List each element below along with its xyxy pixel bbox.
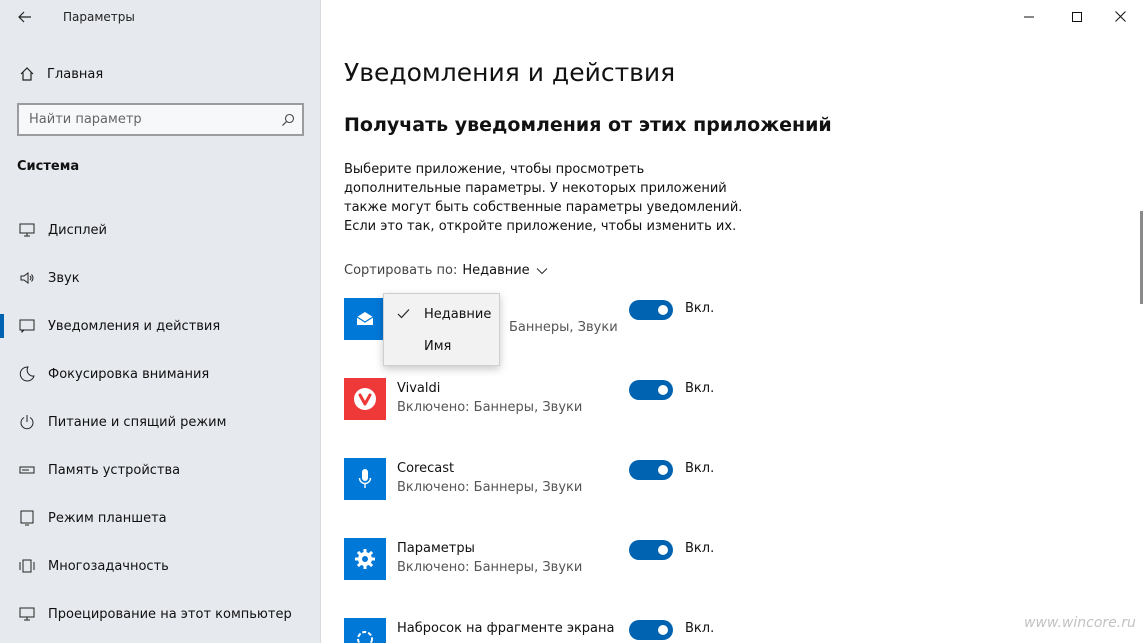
sidebar-home-label: Главная bbox=[47, 66, 104, 82]
microphone-icon bbox=[344, 458, 386, 500]
sidebar-home[interactable]: Главная bbox=[0, 56, 320, 92]
sidebar-item-sound[interactable]: Звук bbox=[0, 254, 320, 302]
sidebar-item-label: Звук bbox=[48, 270, 80, 286]
app-status: Включено: Баннеры, Звуки bbox=[397, 400, 583, 415]
notification-toggle[interactable] bbox=[629, 540, 673, 560]
app-status: Включено: Баннеры, Звуки bbox=[397, 560, 583, 575]
snip-icon bbox=[344, 618, 386, 643]
sidebar-item-label: Режим планшета bbox=[48, 510, 167, 526]
app-name: Набросок на фрагменте экрана bbox=[397, 621, 615, 636]
page-title: Уведомления и действия bbox=[344, 58, 676, 87]
vivaldi-icon bbox=[344, 378, 386, 420]
dropdown-option-name[interactable]: Имя bbox=[384, 330, 499, 362]
power-icon bbox=[17, 412, 37, 432]
search-input[interactable] bbox=[19, 112, 274, 127]
app-row-vivaldi[interactable]: Vivaldi Включено: Баннеры, Звуки Вкл. bbox=[344, 378, 764, 420]
app-row-settings[interactable]: Параметры Включено: Баннеры, Звуки Вкл. bbox=[344, 538, 764, 580]
watermark: www.wincore.ru bbox=[1024, 615, 1136, 631]
sidebar-item-focus-assist[interactable]: Фокусировка внимания bbox=[0, 350, 320, 398]
toggle-label: Вкл. bbox=[685, 381, 715, 396]
sidebar-item-label: Многозадачность bbox=[48, 558, 169, 574]
notification-icon bbox=[17, 316, 37, 336]
sidebar: Параметры Главная Система Дисплей Звук У… bbox=[0, 0, 321, 643]
toggle-label: Вкл. bbox=[685, 541, 715, 556]
toggle-label: Вкл. bbox=[685, 301, 715, 316]
sidebar-item-label: Уведомления и действия bbox=[48, 318, 221, 334]
toggle-label: Вкл. bbox=[685, 461, 715, 476]
toggle-label: Вкл. bbox=[685, 621, 715, 636]
app-row-corecast[interactable]: Corecast Включено: Баннеры, Звуки Вкл. bbox=[344, 458, 764, 500]
sidebar-item-label: Проецирование на этот компьютер bbox=[48, 606, 292, 622]
checkmark-icon bbox=[397, 308, 410, 323]
description: Выберите приложение, чтобы просмотреть д… bbox=[344, 162, 743, 234]
sort-value[interactable]: Недавние bbox=[462, 263, 529, 278]
sidebar-item-label: Питание и спящий режим bbox=[48, 414, 227, 430]
moon-icon bbox=[17, 364, 37, 384]
sidebar-item-tablet[interactable]: Режим планшета bbox=[0, 494, 320, 542]
notification-toggle[interactable] bbox=[629, 460, 673, 480]
mail-icon bbox=[344, 298, 386, 340]
app-status: Включено: Баннеры, Звуки bbox=[397, 480, 583, 495]
multitask-icon bbox=[17, 556, 37, 576]
scrollbar-thumb[interactable] bbox=[1140, 211, 1143, 304]
sidebar-item-label: Память устройства bbox=[48, 462, 181, 478]
dropdown-option-recent[interactable]: Недавние bbox=[384, 298, 499, 330]
back-arrow-icon bbox=[18, 11, 31, 23]
chevron-down-icon[interactable] bbox=[536, 267, 548, 275]
back-button[interactable] bbox=[10, 6, 40, 28]
sidebar-item-notifications[interactable]: Уведомления и действия bbox=[0, 302, 320, 350]
section-title: Система bbox=[17, 159, 80, 174]
sidebar-item-power[interactable]: Питание и спящий режим bbox=[0, 398, 320, 446]
app-status: Баннеры, Звуки bbox=[509, 320, 618, 335]
monitor-icon bbox=[17, 220, 37, 240]
dropdown-option-label: Имя bbox=[424, 338, 452, 354]
sort-dropdown: Недавние Имя bbox=[383, 293, 500, 366]
sidebar-item-multitasking[interactable]: Многозадачность bbox=[0, 542, 320, 590]
notification-toggle[interactable] bbox=[629, 620, 673, 640]
search-box[interactable] bbox=[17, 103, 304, 136]
sidebar-item-storage[interactable]: Память устройства bbox=[0, 446, 320, 494]
sidebar-item-display[interactable]: Дисплей bbox=[0, 206, 320, 254]
tablet-icon bbox=[17, 508, 37, 528]
app-name: Corecast bbox=[397, 461, 455, 476]
app-row-snip-sketch[interactable]: Набросок на фрагменте экрана Вкл. bbox=[344, 618, 764, 643]
sidebar-nav: Дисплей Звук Уведомления и действия Фоку… bbox=[0, 206, 320, 638]
speaker-icon bbox=[17, 268, 37, 288]
app-name: Vivaldi bbox=[397, 381, 441, 396]
storage-icon bbox=[17, 460, 37, 480]
app-title: Параметры bbox=[63, 10, 135, 24]
titlebar-left: Параметры bbox=[0, 0, 321, 34]
project-icon bbox=[17, 604, 37, 624]
dropdown-option-label: Недавние bbox=[424, 306, 492, 322]
sidebar-item-projecting[interactable]: Проецирование на этот компьютер bbox=[0, 590, 320, 638]
notification-toggle[interactable] bbox=[629, 380, 673, 400]
sort-control[interactable]: Сортировать по: Недавние bbox=[344, 263, 548, 278]
gear-icon bbox=[344, 538, 386, 580]
sidebar-item-label: Дисплей bbox=[48, 222, 108, 238]
home-icon bbox=[17, 64, 37, 84]
sidebar-item-label: Фокусировка внимания bbox=[48, 366, 210, 382]
app-name: Параметры bbox=[397, 541, 475, 556]
section-subtitle: Получать уведомления от этих приложений bbox=[344, 114, 832, 136]
search-icon[interactable] bbox=[274, 113, 302, 127]
sort-label: Сортировать по: bbox=[344, 263, 458, 278]
notification-toggle[interactable] bbox=[629, 300, 673, 320]
